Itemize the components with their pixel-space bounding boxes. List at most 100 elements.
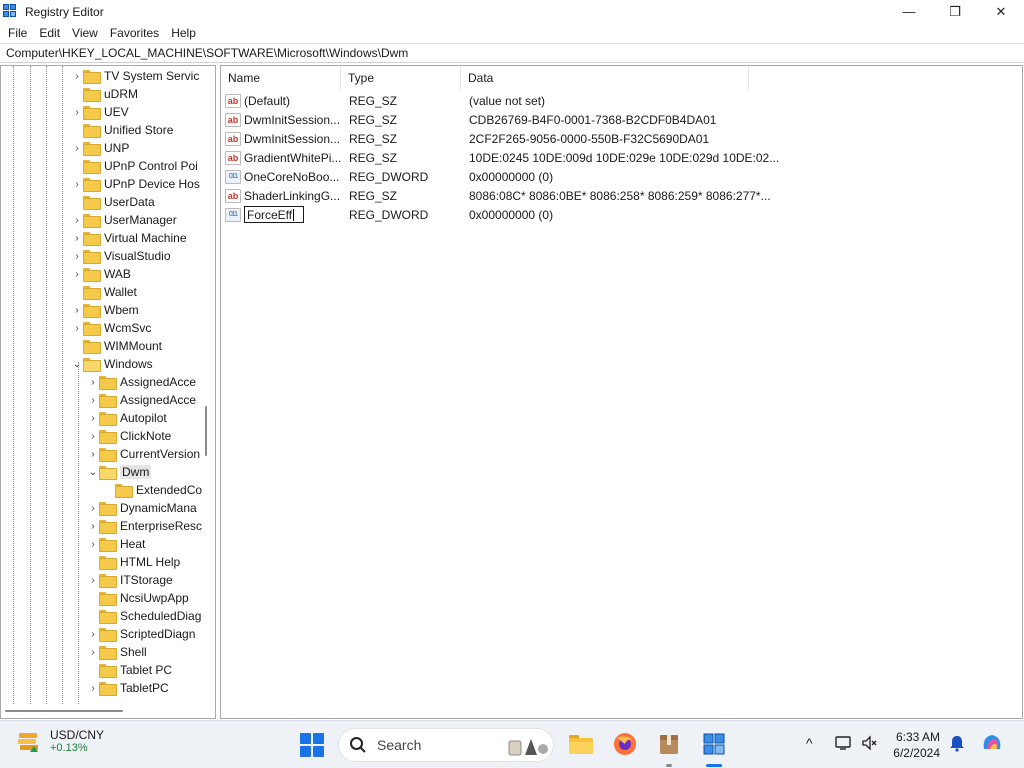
tree-item[interactable]: › Heat — [87, 535, 145, 553]
tree-item[interactable]: ⌄ Dwm — [87, 463, 152, 481]
list-row-editing[interactable]: 011 ForceEff REG_DWORD 0x00000000 (0) — [225, 205, 765, 224]
tree-item-label: UEV — [104, 105, 129, 119]
folder-icon — [83, 286, 101, 300]
collapsed-chevron-icon[interactable]: › — [87, 571, 99, 589]
menu-favorites[interactable]: Favorites — [104, 26, 165, 40]
collapsed-chevron-icon[interactable]: › — [87, 535, 99, 553]
tree-item[interactable]: › ScriptedDiagn — [87, 625, 195, 643]
tree-item[interactable]: › WAB — [71, 265, 131, 283]
list-row[interactable]: ab GradientWhitePi... REG_SZ 10DE:0245 10DE… — [225, 148, 779, 167]
collapsed-chevron-icon[interactable]: › — [87, 427, 99, 445]
close-button[interactable]: ✕ — [978, 0, 1024, 23]
tree-item[interactable]: › TabletPC — [87, 679, 169, 697]
tree-horizontal-scrollbar[interactable] — [5, 710, 123, 712]
collapsed-chevron-icon[interactable]: › — [87, 679, 99, 697]
tree-item[interactable]: ⌄ Windows — [71, 355, 153, 373]
collapsed-chevron-icon[interactable]: › — [71, 319, 83, 337]
tree-item[interactable]: HTML Help — [87, 553, 180, 571]
column-header-name[interactable]: Name — [221, 66, 341, 90]
archive-app-icon[interactable] — [655, 730, 683, 758]
menu-file[interactable]: File — [2, 26, 33, 40]
value-data: (value not set) — [469, 93, 546, 108]
collapsed-chevron-icon[interactable]: › — [87, 643, 99, 661]
tree-item[interactable]: › AssignedAcce — [87, 373, 196, 391]
currency-widget[interactable]: USD/CNY +0.13% — [16, 728, 104, 754]
tree-item[interactable]: › WcmSvc — [71, 319, 151, 337]
collapsed-chevron-icon[interactable]: › — [71, 247, 83, 265]
file-explorer-icon[interactable] — [567, 730, 595, 758]
tree-item[interactable]: › ITStorage — [87, 571, 173, 589]
notification-bell-icon[interactable] — [948, 734, 966, 755]
network-icon[interactable] — [834, 734, 852, 755]
tree-item[interactable]: uDRM — [71, 85, 138, 103]
tree-item[interactable]: › Shell — [87, 643, 147, 661]
tree-item[interactable]: › UNP — [71, 139, 129, 157]
maximize-button[interactable]: ❐ — [932, 0, 978, 23]
tree-item[interactable]: Unified Store — [71, 121, 173, 139]
collapsed-chevron-icon[interactable]: › — [71, 265, 83, 283]
collapsed-chevron-icon[interactable]: › — [71, 103, 83, 121]
tree-item[interactable]: › TV System Servic — [71, 67, 199, 85]
collapsed-chevron-icon[interactable]: › — [71, 229, 83, 247]
column-header-data[interactable]: Data — [461, 66, 749, 90]
firefox-icon[interactable] — [611, 730, 639, 758]
tree-item[interactable]: WIMMount — [71, 337, 162, 355]
values-list-pane[interactable]: Name Type Data ab (Default) REG_SZ (value n… — [220, 65, 1023, 719]
clock[interactable]: 6:33 AM 6/2/2024 — [884, 729, 940, 761]
volume-muted-icon[interactable] — [860, 734, 878, 755]
collapsed-chevron-icon[interactable]: › — [87, 409, 99, 427]
collapsed-chevron-icon[interactable]: › — [71, 211, 83, 229]
tree-item[interactable]: › ClickNote — [87, 427, 171, 445]
tree-item[interactable]: NcsiUwpApp — [87, 589, 189, 607]
tree-item[interactable]: ExtendedCo — [103, 481, 202, 499]
list-row[interactable]: ab (Default) REG_SZ (value not set) — [225, 91, 765, 110]
show-hidden-icons-chevron[interactable]: ^ — [806, 735, 813, 751]
collapsed-chevron-icon[interactable]: › — [71, 301, 83, 319]
tree-item[interactable]: › VisualStudio — [71, 247, 171, 265]
key-tree-pane[interactable]: › TV System Servic uDRM › UEV Unified Store › U… — [0, 65, 216, 719]
tree-item[interactable]: › UserManager — [71, 211, 177, 229]
collapsed-chevron-icon[interactable]: › — [71, 67, 83, 85]
tree-item[interactable]: › CurrentVersion — [87, 445, 200, 463]
minimize-button[interactable]: — — [886, 0, 932, 23]
expanded-chevron-icon[interactable]: ⌄ — [71, 355, 83, 373]
list-row[interactable]: ab ShaderLinkingG... REG_SZ 8086:08C* 8086:… — [225, 186, 771, 205]
menu-help[interactable]: Help — [165, 26, 202, 40]
list-row[interactable]: 011 OneCoreNoBoo... REG_DWORD 0x00000000 (0… — [225, 167, 765, 186]
taskbar-search[interactable]: Search — [338, 728, 554, 762]
menu-edit[interactable]: Edit — [33, 26, 66, 40]
tree-item[interactable]: UPnP Control Poi — [71, 157, 198, 175]
registry-editor-taskbar-icon[interactable] — [700, 730, 728, 758]
title-bar: Registry Editor — ❐ ✕ — [0, 0, 1024, 23]
collapsed-chevron-icon[interactable]: › — [87, 625, 99, 643]
list-row[interactable]: ab DwmInitSession... REG_SZ 2CF2F265-9056-0… — [225, 129, 765, 148]
collapsed-chevron-icon[interactable]: › — [71, 175, 83, 193]
tree-item[interactable]: Tablet PC — [87, 661, 172, 679]
list-row[interactable]: ab DwmInitSession... REG_SZ CDB26769-B4F0-0… — [225, 110, 765, 129]
tree-item[interactable]: › Virtual Machine — [71, 229, 187, 247]
copilot-icon[interactable] — [980, 731, 1004, 758]
tree-item[interactable]: Wallet — [71, 283, 137, 301]
menu-view[interactable]: View — [66, 26, 104, 40]
tree-item[interactable]: › AssignedAcce — [87, 391, 196, 409]
tree-item[interactable]: › UEV — [71, 103, 129, 121]
column-header-type[interactable]: Type — [341, 66, 461, 90]
tree-item[interactable]: › UPnP Device Hos — [71, 175, 200, 193]
tree-vertical-scrollbar[interactable] — [205, 406, 207, 456]
address-bar[interactable]: Computer\HKEY_LOCAL_MACHINE\SOFTWARE\Mic… — [0, 43, 1024, 63]
rename-input[interactable]: ForceEff — [244, 206, 304, 223]
tree-item[interactable]: › Autopilot — [87, 409, 167, 427]
collapsed-chevron-icon[interactable]: › — [87, 445, 99, 463]
tree-item[interactable]: UserData — [71, 193, 155, 211]
collapsed-chevron-icon[interactable]: › — [87, 391, 99, 409]
tree-item[interactable]: › Wbem — [71, 301, 139, 319]
tree-item[interactable]: › EnterpriseResc — [87, 517, 202, 535]
tree-item[interactable]: › DynamicMana — [87, 499, 197, 517]
collapsed-chevron-icon[interactable]: › — [87, 499, 99, 517]
start-button[interactable] — [300, 733, 324, 757]
collapsed-chevron-icon[interactable]: › — [87, 373, 99, 391]
collapsed-chevron-icon[interactable]: › — [71, 139, 83, 157]
tree-item[interactable]: ScheduledDiag — [87, 607, 201, 625]
expanded-chevron-icon[interactable]: ⌄ — [87, 463, 99, 481]
collapsed-chevron-icon[interactable]: › — [87, 517, 99, 535]
